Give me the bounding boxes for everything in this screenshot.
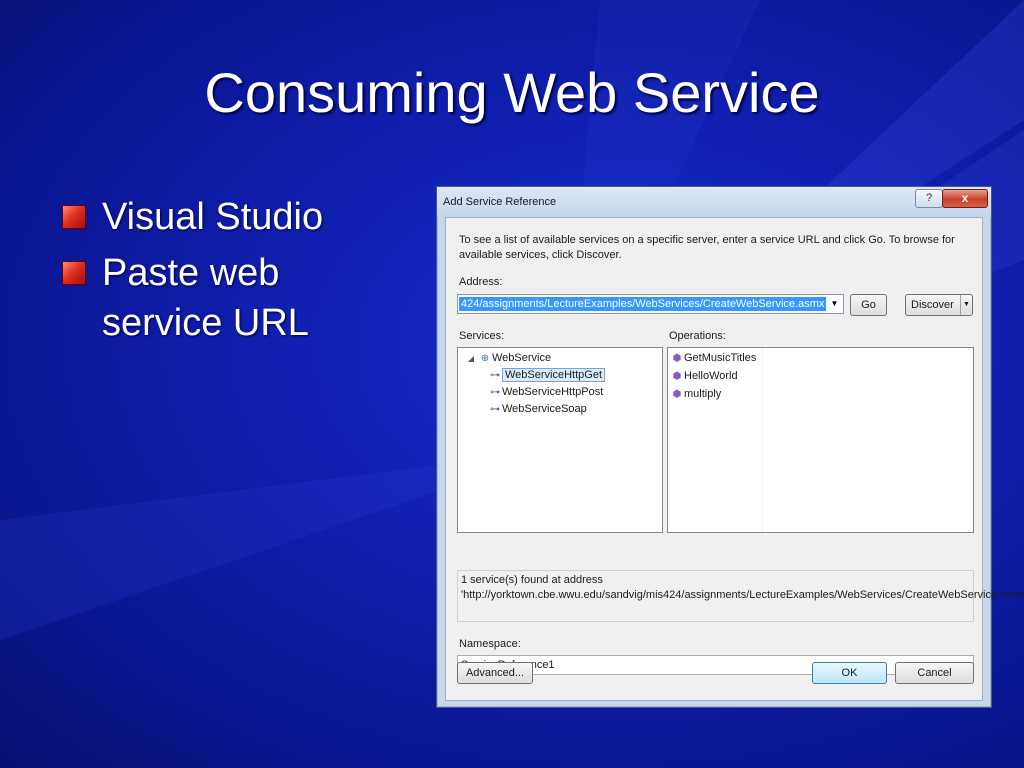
services-label: Services: bbox=[459, 330, 505, 342]
tree-node-label: WebService bbox=[492, 352, 552, 364]
tree-node-webservicehttpget[interactable]: ⊶ WebServiceHttpGet bbox=[488, 367, 606, 383]
help-icon: ? bbox=[925, 192, 933, 204]
endpoint-icon: ⊶ bbox=[490, 404, 500, 415]
bullet-text: Visual Studio bbox=[102, 196, 324, 238]
bullet-item: Paste web service URL bbox=[62, 248, 402, 348]
operation-item[interactable]: ⬢ multiply bbox=[670, 386, 722, 402]
operation-label: GetMusicTitles bbox=[684, 352, 757, 364]
services-tree[interactable]: ◢ ⊕ WebService ⊶ WebServiceHttpGet ⊶ WebServ… bbox=[457, 347, 663, 533]
dialog-body: To see a list of available services on a… bbox=[445, 217, 1024, 701]
cancel-button[interactable]: Cancel bbox=[895, 662, 974, 684]
tree-node-label: WebServiceHttpPost bbox=[502, 386, 604, 398]
bullet-square-icon bbox=[62, 205, 86, 229]
discover-button[interactable]: Discover ▼ bbox=[905, 294, 973, 316]
method-icon: ⬢ bbox=[672, 389, 682, 400]
dialog-titlebar[interactable]: Add Service Reference ? x bbox=[437, 187, 991, 217]
endpoint-icon: ⊶ bbox=[490, 387, 500, 398]
tree-node-webservicesoap[interactable]: ⊶ WebServiceSoap bbox=[488, 401, 587, 417]
tree-node-webservicehttppost[interactable]: ⊶ WebServiceHttpPost bbox=[488, 384, 603, 400]
address-label: Address: bbox=[459, 276, 503, 288]
operation-item[interactable]: ⬢ HelloWorld bbox=[670, 368, 738, 384]
operations-label: Operations: bbox=[669, 330, 726, 342]
address-dropdown-icon[interactable]: ▼ bbox=[826, 295, 843, 313]
intro-text: To see a list of available services on a… bbox=[459, 234, 955, 261]
endpoint-icon: ⊶ bbox=[490, 370, 500, 381]
operation-label: HelloWorld bbox=[684, 370, 738, 382]
add-service-reference-dialog: Add Service Reference ? x To see a list … bbox=[436, 186, 1024, 708]
slide-title: Consuming Web Service bbox=[204, 61, 820, 124]
address-input[interactable]: 424/assignments/LectureExamples/WebServi… bbox=[459, 297, 827, 311]
advanced-button[interactable]: Advanced... bbox=[457, 662, 533, 684]
bullet-list: Visual Studio Paste web service URL bbox=[62, 192, 402, 354]
service-icon: ⊕ bbox=[480, 353, 490, 364]
method-icon: ⬢ bbox=[672, 353, 682, 364]
status-text: 1 service(s) found at address 'http://yo… bbox=[457, 570, 1024, 622]
operation-item[interactable]: ⬢ GetMusicTitles bbox=[670, 350, 757, 366]
collapse-triangle-icon[interactable]: ◢ bbox=[464, 351, 478, 367]
tree-node-label: WebServiceHttpGet bbox=[502, 368, 606, 382]
bullet-text: Paste web service URL bbox=[102, 252, 309, 344]
namespace-label: Namespace: bbox=[459, 638, 521, 650]
operations-list[interactable]: ⬢ GetMusicTitles ⬢ HelloWorld ⬢ multiply bbox=[667, 347, 974, 533]
dialog-title: Add Service Reference bbox=[443, 196, 557, 208]
discover-dropdown-icon[interactable]: ▼ bbox=[960, 295, 972, 315]
address-combobox[interactable]: 424/assignments/LectureExamples/WebServi… bbox=[457, 294, 844, 314]
method-icon: ⬢ bbox=[672, 371, 682, 382]
close-button[interactable]: x bbox=[942, 189, 988, 208]
ok-button[interactable]: OK bbox=[812, 662, 887, 684]
help-button[interactable]: ? bbox=[915, 189, 943, 208]
go-button[interactable]: Go bbox=[850, 294, 887, 316]
bullet-item: Visual Studio bbox=[62, 192, 402, 242]
discover-label: Discover bbox=[911, 299, 954, 311]
tree-node-label: WebServiceSoap bbox=[502, 403, 587, 415]
close-icon: x bbox=[961, 191, 969, 205]
tree-node-webservice[interactable]: ◢ ⊕ WebService bbox=[464, 350, 551, 366]
operation-label: multiply bbox=[684, 388, 722, 400]
bullet-square-icon bbox=[62, 261, 86, 285]
